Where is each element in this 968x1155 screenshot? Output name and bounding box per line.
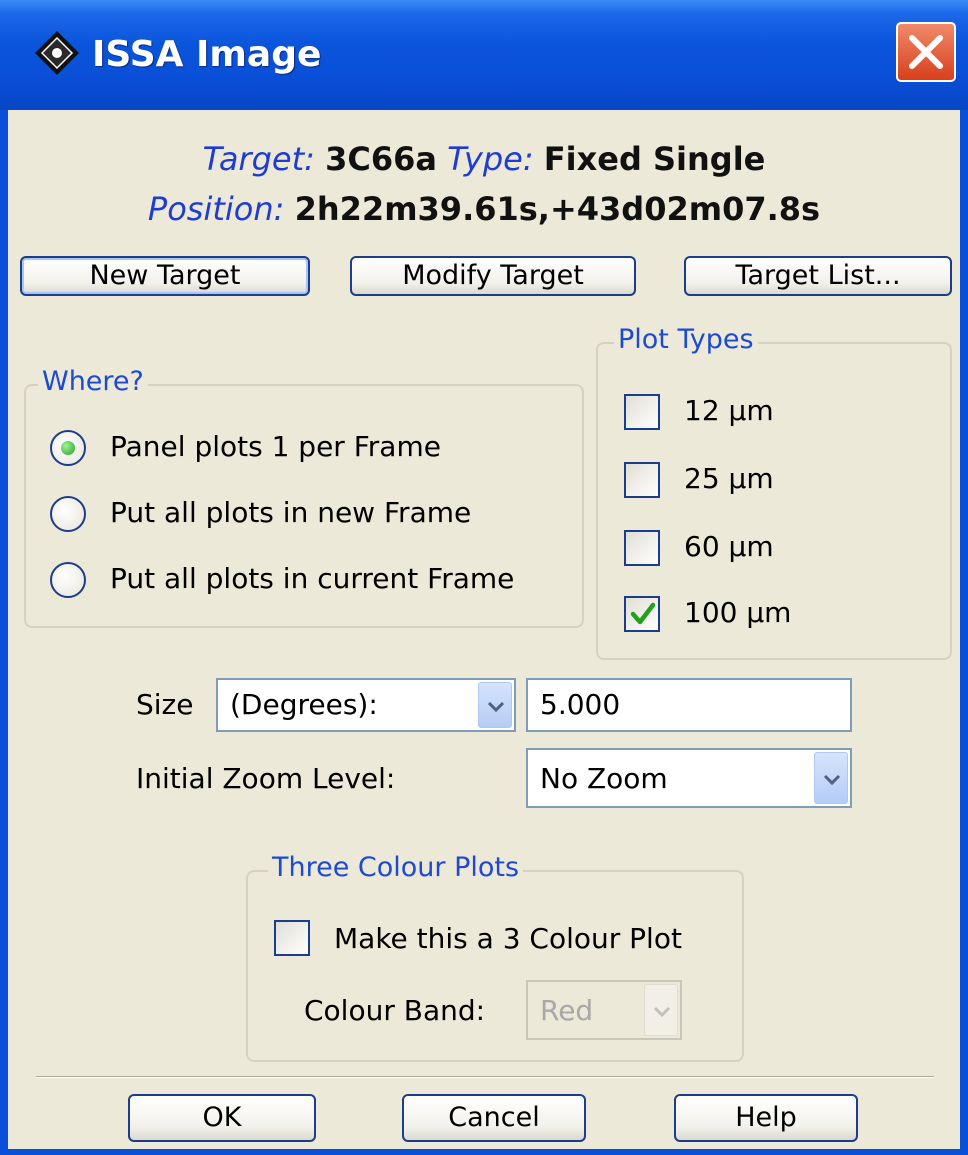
zoom-level-select[interactable]: No Zoom — [526, 748, 852, 808]
three-colour-checkbox[interactable] — [274, 920, 310, 956]
size-value-text: 5.000 — [540, 688, 621, 721]
help-button[interactable]: Help — [674, 1094, 858, 1142]
radio-selected-dot — [61, 441, 75, 455]
checkbox-25um-label[interactable]: 25 µm — [684, 462, 774, 495]
radio-current-frame-label[interactable]: Put all plots in current Frame — [110, 562, 514, 595]
target-label: Target: — [202, 140, 315, 178]
window-title: ISSA Image — [92, 34, 322, 75]
target-info-line: Target: 3C66a Type: Fixed Single — [8, 140, 960, 178]
colour-band-value: Red — [540, 994, 594, 1027]
checkbox-100um-label[interactable]: 100 µm — [684, 596, 791, 629]
radio-new-frame[interactable] — [50, 496, 86, 532]
cancel-button[interactable]: Cancel — [402, 1094, 586, 1142]
position-value: 2h22m39.61s,+43d02m07.8s — [294, 190, 821, 228]
where-group-title: Where? — [38, 366, 148, 397]
new-target-button[interactable]: New Target — [20, 256, 310, 296]
app-diamond-icon — [35, 31, 79, 75]
size-unit-dropdown-button[interactable] — [478, 682, 512, 728]
close-x-icon — [909, 35, 943, 69]
checkbox-12um[interactable] — [624, 394, 660, 430]
zoom-dropdown-button[interactable] — [814, 752, 848, 804]
close-button[interactable] — [896, 22, 956, 82]
target-value: 3C66a — [325, 140, 437, 178]
checkmark-icon — [630, 602, 656, 625]
zoom-level-value: No Zoom — [540, 762, 668, 795]
type-value: Fixed Single — [543, 140, 766, 178]
ok-button[interactable]: OK — [128, 1094, 316, 1142]
target-list-button[interactable]: Target List... — [684, 256, 952, 296]
colour-band-select[interactable]: Red — [526, 980, 682, 1040]
footer-separator — [36, 1076, 934, 1078]
checkbox-25um[interactable] — [624, 462, 660, 498]
type-label: Type: — [447, 140, 534, 178]
checkbox-100um[interactable] — [624, 596, 660, 632]
issa-image-dialog: ISSA Image Target: 3C66a Type: Fixed Sin… — [0, 0, 968, 1155]
zoom-label: Initial Zoom Level: — [136, 762, 396, 795]
position-label: Position: — [147, 190, 285, 228]
size-value-input[interactable]: 5.000 — [526, 678, 852, 732]
three-colour-title: Three Colour Plots — [268, 852, 524, 883]
checkbox-12um-label[interactable]: 12 µm — [684, 394, 774, 427]
checkbox-60um[interactable] — [624, 530, 660, 566]
radio-new-frame-label[interactable]: Put all plots in new Frame — [110, 496, 471, 529]
colour-band-label: Colour Band: — [304, 994, 486, 1027]
chevron-down-icon — [823, 774, 841, 786]
modify-target-button[interactable]: Modify Target — [350, 256, 636, 296]
title-bar[interactable]: ISSA Image — [0, 0, 968, 110]
radio-current-frame[interactable] — [50, 562, 86, 598]
radio-panel-plots-label[interactable]: Panel plots 1 per Frame — [110, 430, 441, 463]
size-unit-select[interactable]: (Degrees): — [216, 678, 516, 732]
radio-panel-plots[interactable] — [50, 430, 86, 466]
checkbox-60um-label[interactable]: 60 µm — [684, 530, 774, 563]
position-info-line: Position: 2h22m39.61s,+43d02m07.8s — [8, 190, 960, 228]
chevron-down-icon — [487, 701, 505, 713]
colour-band-dropdown-button[interactable] — [644, 984, 678, 1036]
plot-types-title: Plot Types — [614, 324, 758, 355]
size-unit-value: (Degrees): — [230, 688, 378, 721]
size-label: Size — [136, 688, 194, 721]
chevron-down-icon — [653, 1006, 671, 1018]
three-colour-checkbox-label[interactable]: Make this a 3 Colour Plot — [334, 922, 682, 955]
